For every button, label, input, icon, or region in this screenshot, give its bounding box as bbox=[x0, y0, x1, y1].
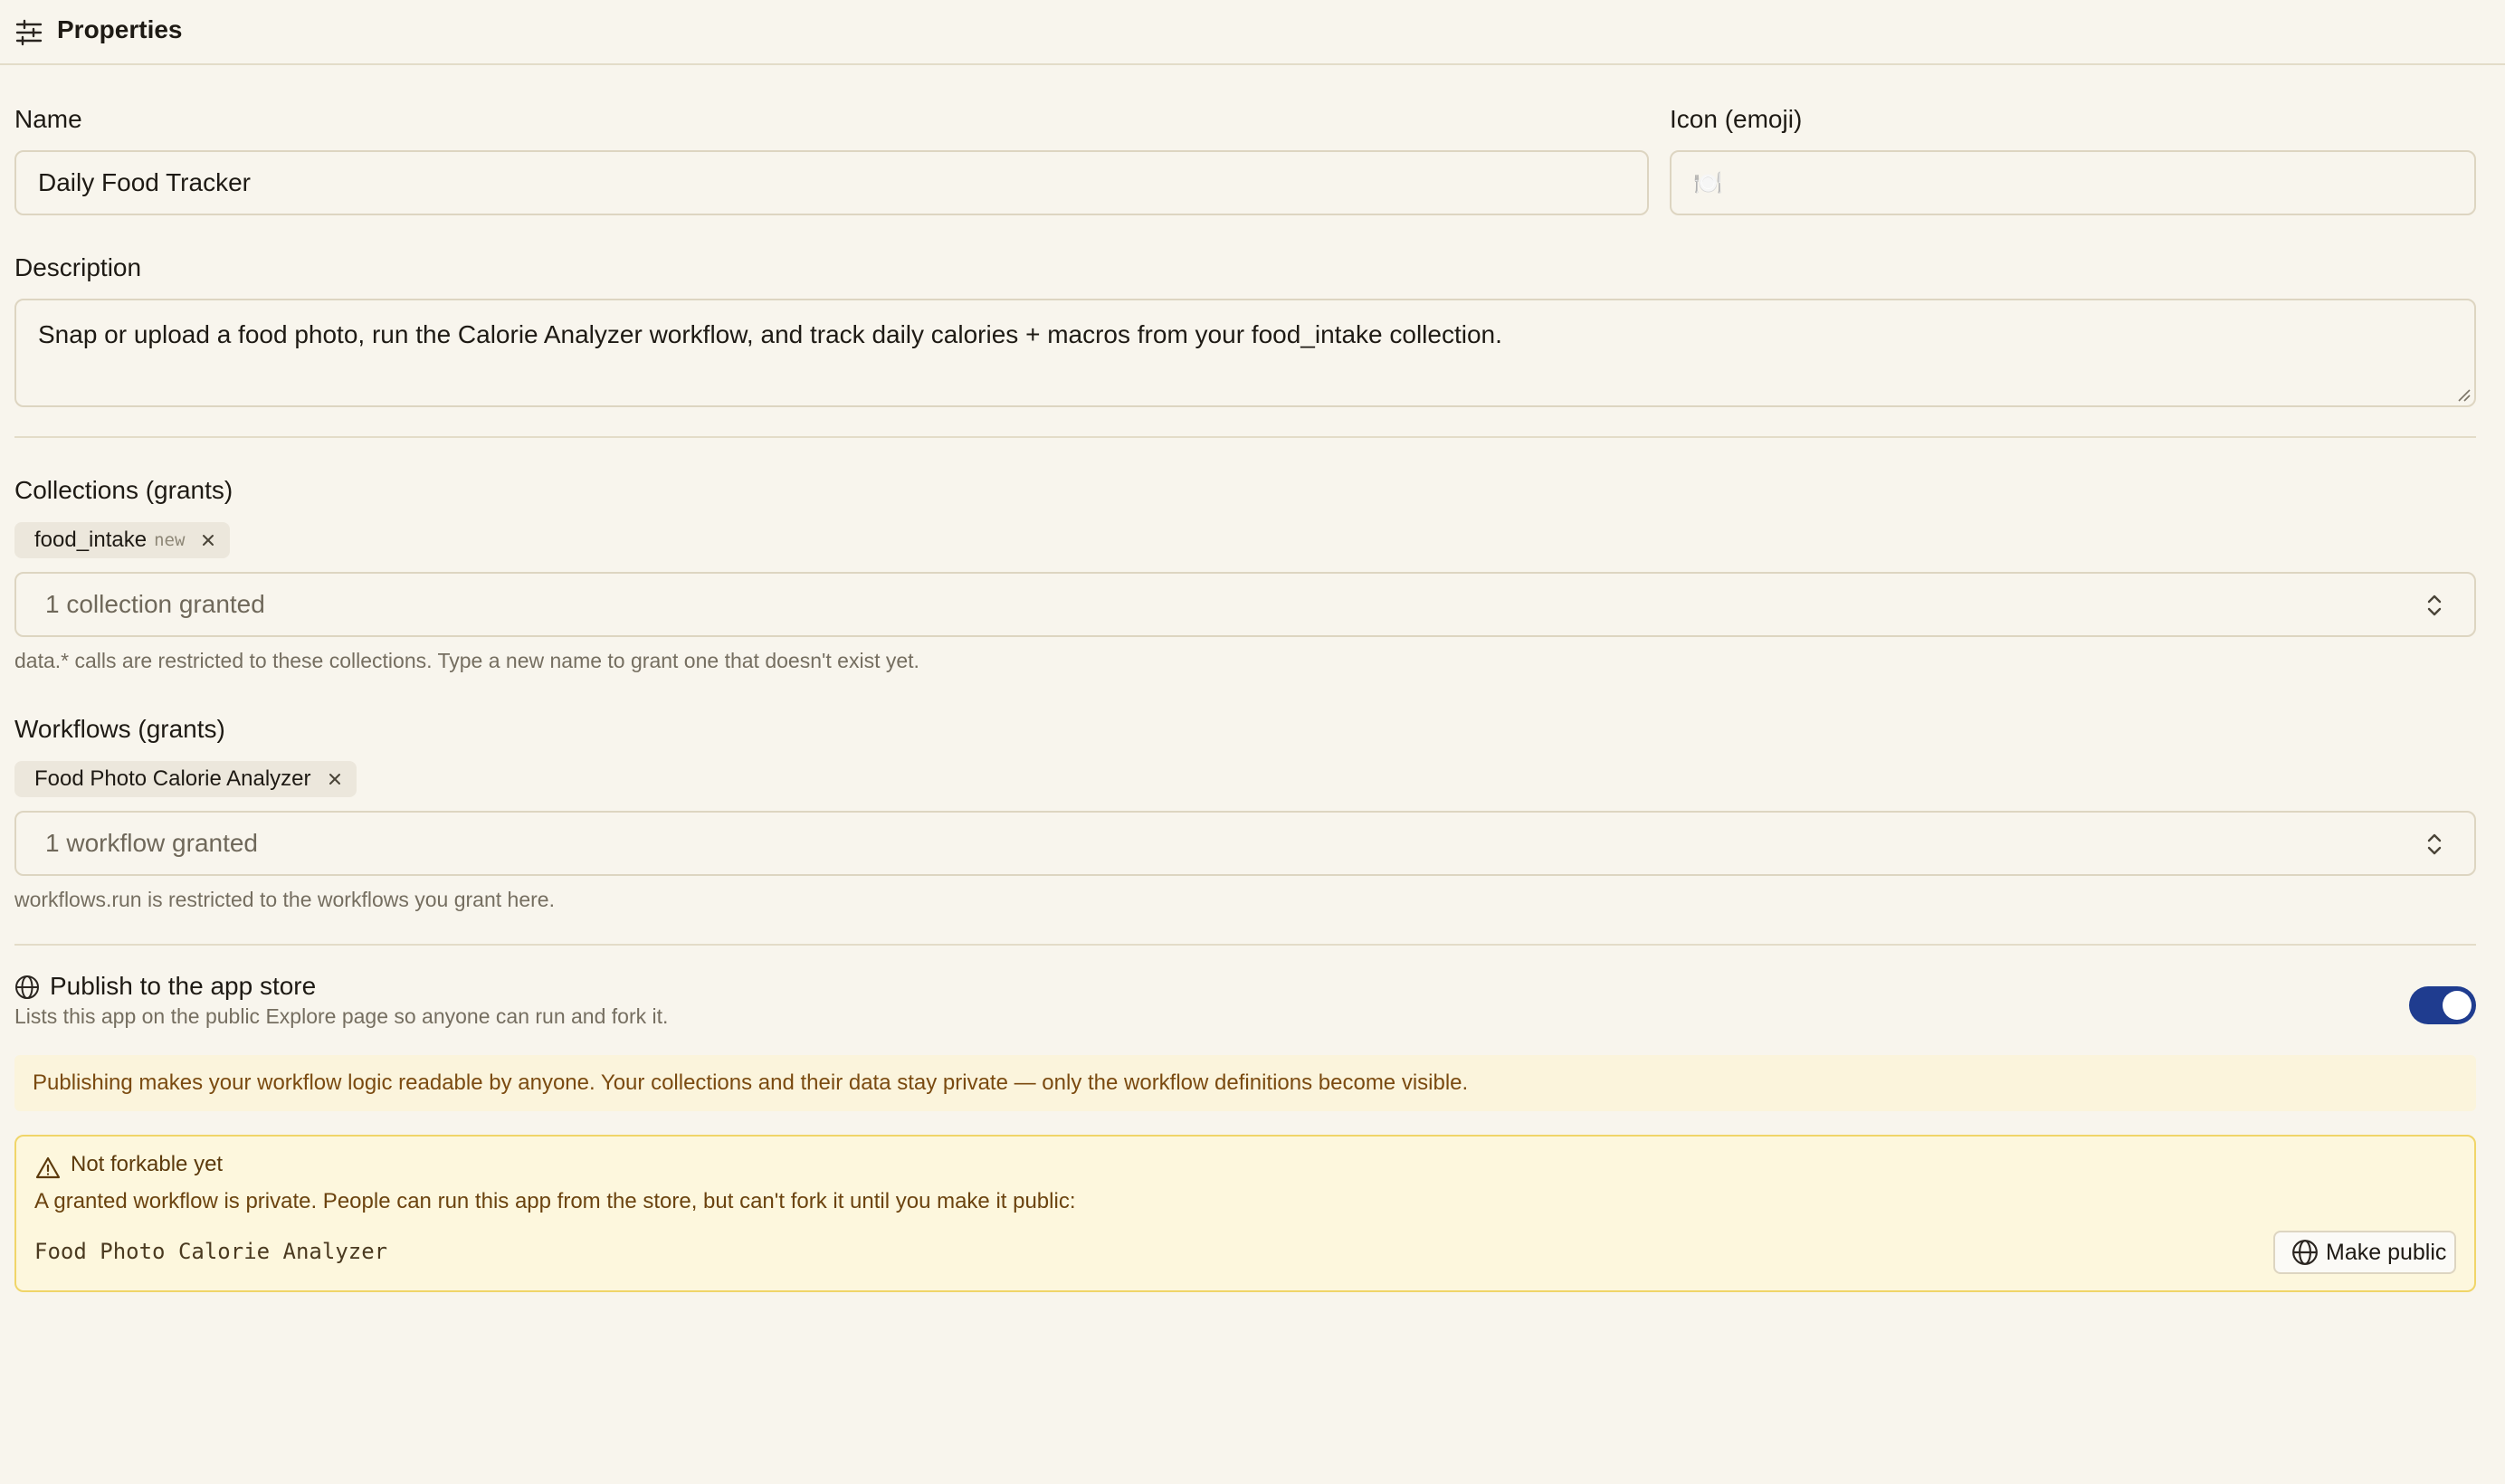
publish-title: Publish to the app store bbox=[50, 972, 317, 1000]
globe-icon bbox=[2292, 1240, 2318, 1265]
workflows-label: Workflows (grants) bbox=[14, 715, 225, 743]
properties-header: Properties bbox=[0, 0, 2505, 65]
name-input-value: Daily Food Tracker bbox=[38, 168, 251, 196]
collections-hint: data.* calls are restricted to these col… bbox=[14, 649, 919, 672]
name-input[interactable]: Daily Food Tracker bbox=[14, 150, 1649, 215]
description-value: Snap or upload a food photo, run the Cal… bbox=[38, 320, 1502, 348]
not-forkable-warning: Not forkable yet A granted workflow is p… bbox=[14, 1135, 2476, 1292]
chevron-up-down-icon bbox=[2427, 833, 2442, 855]
remove-chip-icon[interactable] bbox=[199, 531, 217, 549]
make-public-button[interactable]: Make public bbox=[2273, 1231, 2456, 1274]
globe-icon bbox=[15, 975, 39, 999]
collection-chip-tag: new bbox=[154, 530, 186, 550]
warning-title: Not forkable yet bbox=[71, 1152, 224, 1176]
section-divider bbox=[14, 436, 2476, 438]
collections-select[interactable]: 1 collection granted bbox=[14, 572, 2476, 637]
workflows-select-value: 1 workflow granted bbox=[45, 829, 259, 857]
collections-select-value: 1 collection granted bbox=[45, 590, 265, 618]
header-title: Properties bbox=[57, 15, 183, 43]
workflows-hint: workflows.run is restricted to the workf… bbox=[14, 888, 555, 911]
make-public-label: Make public bbox=[2326, 1239, 2447, 1265]
workflow-chip: Food Photo Calorie Analyzer bbox=[14, 761, 357, 797]
resize-handle-icon[interactable] bbox=[2456, 387, 2471, 402]
publish-info-banner: Publishing makes your workflow logic rea… bbox=[14, 1055, 2476, 1111]
warning-triangle-icon bbox=[35, 1156, 61, 1179]
publish-info-text: Publishing makes your workflow logic rea… bbox=[33, 1070, 1469, 1095]
workflows-select[interactable]: 1 workflow granted bbox=[14, 811, 2476, 876]
icon-emoji-input[interactable]: 🍽️ bbox=[1670, 150, 2476, 215]
section-divider bbox=[14, 944, 2476, 946]
workflow-chip-name: Food Photo Calorie Analyzer bbox=[34, 766, 311, 791]
icon-emoji-value: 🍽️ bbox=[1693, 168, 1723, 196]
sliders-icon bbox=[15, 19, 43, 46]
warning-workflow-name: Food Photo Calorie Analyzer bbox=[34, 1239, 388, 1264]
description-textarea[interactable]: Snap or upload a food photo, run the Cal… bbox=[14, 299, 2476, 407]
warning-description: A granted workflow is private. People ca… bbox=[34, 1189, 1076, 1213]
icon-label: Icon (emoji) bbox=[1670, 105, 1803, 133]
remove-chip-icon[interactable] bbox=[326, 770, 344, 788]
name-label: Name bbox=[14, 105, 82, 133]
publish-toggle[interactable] bbox=[2409, 986, 2476, 1024]
collections-label: Collections (grants) bbox=[14, 476, 233, 504]
toggle-knob bbox=[2443, 991, 2472, 1020]
description-label: Description bbox=[14, 253, 142, 281]
publish-subtitle: Lists this app on the public Explore pag… bbox=[14, 1004, 669, 1028]
chevron-up-down-icon bbox=[2427, 595, 2442, 616]
collection-chip: food_intake new bbox=[14, 522, 231, 558]
collection-chip-name: food_intake bbox=[34, 528, 148, 552]
